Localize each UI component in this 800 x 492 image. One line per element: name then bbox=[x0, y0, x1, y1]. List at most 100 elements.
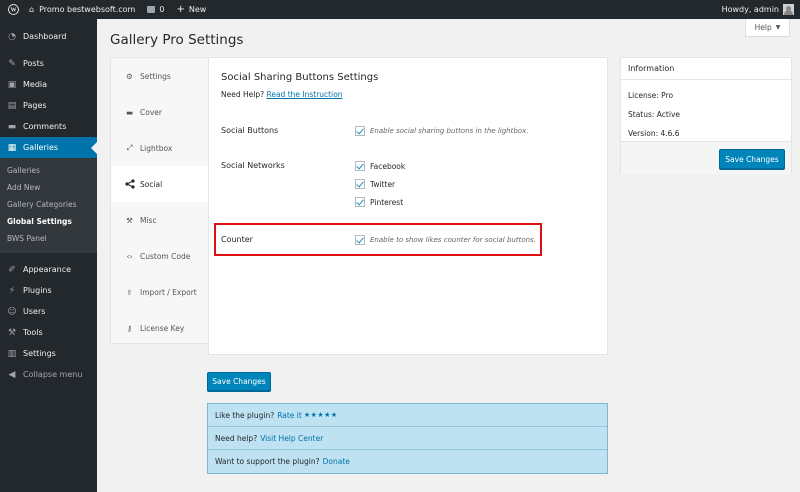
facebook-checkbox[interactable] bbox=[355, 161, 365, 171]
admin-bar: W ⌂ Promo bestwebsoft.com 0 + New Howdy,… bbox=[0, 0, 800, 19]
sidebar-item-posts[interactable]: ✎ Posts bbox=[0, 53, 97, 74]
rate-it-link[interactable]: Rate it bbox=[277, 411, 302, 420]
expand-icon: ⤢ bbox=[126, 143, 133, 152]
sidebar-save-changes-button[interactable]: Save Changes bbox=[719, 149, 785, 169]
social-buttons-option: Enable social sharing buttons in the lig… bbox=[355, 126, 528, 136]
read-instruction-link[interactable]: Read the Instruction bbox=[266, 90, 342, 99]
media-icon: ▣ bbox=[7, 79, 17, 90]
submenu-add-new[interactable]: Add New bbox=[0, 179, 97, 196]
howdy-text: Howdy, admin bbox=[721, 5, 779, 14]
sidebar-item-users[interactable]: ☺ Users bbox=[0, 301, 97, 322]
help-center-link[interactable]: Visit Help Center bbox=[260, 434, 323, 443]
folder-icon: ▬ bbox=[125, 107, 134, 117]
gallery-icon: ▦ bbox=[7, 142, 17, 153]
sidebar-item-media[interactable]: ▣ Media bbox=[0, 74, 97, 95]
social-settings-panel: Social Sharing Buttons Settings Need Hel… bbox=[208, 57, 608, 355]
brush-icon: ✐ bbox=[8, 264, 16, 275]
counter-description: Enable to show likes counter for social … bbox=[370, 236, 536, 244]
comments-count: 0 bbox=[159, 5, 165, 14]
social-buttons-description: Enable social sharing buttons in the lig… bbox=[370, 127, 529, 135]
plugin-notices: Like the plugin? Rate it ★★★★★ Need help… bbox=[207, 403, 608, 474]
submenu-global-settings[interactable]: Global Settings bbox=[0, 213, 97, 230]
pages-icon: ▤ bbox=[7, 100, 17, 111]
twitter-label: Twitter bbox=[370, 179, 396, 189]
page-title: Gallery Pro Settings bbox=[110, 32, 244, 48]
rating-stars-icon[interactable]: ★★★★★ bbox=[304, 411, 338, 419]
sidebar-item-settings[interactable]: ▥ Settings bbox=[0, 343, 97, 364]
social-buttons-label: Social Buttons bbox=[221, 126, 279, 135]
comments-link[interactable]: 0 bbox=[141, 0, 170, 19]
counter-label: Counter bbox=[221, 235, 253, 244]
settings-icon: ▥ bbox=[7, 348, 17, 359]
save-changes-button[interactable]: Save Changes bbox=[207, 372, 271, 391]
users-icon: ☺ bbox=[7, 306, 17, 317]
counter-option: Enable to show likes counter for social … bbox=[355, 235, 536, 245]
tab-lightbox[interactable]: ⤢ Lightbox bbox=[111, 130, 208, 166]
panel-heading: Social Sharing Buttons Settings bbox=[221, 72, 379, 83]
sidebar-item-pages[interactable]: ▤ Pages bbox=[0, 95, 97, 116]
donate-notice: Want to support the plugin? Donate bbox=[215, 457, 350, 466]
help-tab-button[interactable]: Help ▼ bbox=[745, 19, 790, 37]
sidebar-item-comments[interactable]: ▬ Comments bbox=[0, 116, 97, 137]
home-icon: ⌂ bbox=[29, 5, 35, 14]
upload-icon: ⇪ bbox=[126, 287, 133, 297]
avatar bbox=[783, 4, 794, 15]
sidebar-item-dashboard[interactable]: ◔ Dashboard bbox=[0, 26, 97, 47]
rate-notice: Like the plugin? Rate it ★★★★★ bbox=[208, 404, 607, 427]
sidebar-item-tools[interactable]: ⚒ Tools bbox=[0, 322, 97, 343]
tab-settings[interactable]: ⚙ Settings bbox=[111, 58, 208, 94]
sidebar-item-galleries[interactable]: ▦ Galleries bbox=[0, 137, 97, 158]
svg-text:W: W bbox=[10, 8, 16, 14]
license-info: License: Pro bbox=[628, 91, 674, 100]
collapse-icon: ◀ bbox=[8, 369, 16, 380]
galleries-submenu: Galleries Add New Gallery Categories Glo… bbox=[0, 158, 97, 253]
information-title: Information bbox=[621, 58, 791, 80]
new-content-link[interactable]: + New bbox=[170, 0, 212, 19]
key-icon: ⚷ bbox=[126, 323, 133, 333]
comment-bubble-icon bbox=[147, 6, 156, 13]
counter-checkbox[interactable] bbox=[355, 235, 365, 245]
collapse-menu-button[interactable]: ◀ Collapse menu bbox=[0, 364, 97, 385]
tab-misc[interactable]: ⚒ Misc bbox=[111, 202, 208, 238]
tab-cover[interactable]: ▬ Cover bbox=[111, 94, 208, 130]
network-twitter-option: Twitter bbox=[355, 179, 395, 189]
social-buttons-checkbox[interactable] bbox=[355, 126, 365, 136]
admin-sidebar: ◔ Dashboard ✎ Posts ▣ Media ▤ Pages ▬ Co… bbox=[0, 19, 97, 492]
tab-social[interactable]: Social bbox=[111, 166, 209, 202]
pinterest-checkbox[interactable] bbox=[355, 197, 365, 207]
wordpress-logo-icon[interactable]: W bbox=[3, 0, 23, 19]
site-name-link[interactable]: ⌂ Promo bestwebsoft.com bbox=[23, 0, 141, 19]
sidebar-item-plugins[interactable]: ⚡ Plugins bbox=[0, 280, 97, 301]
twitter-checkbox[interactable] bbox=[355, 179, 365, 189]
tab-license-key[interactable]: ⚷ License Key bbox=[111, 310, 208, 346]
status-info: Status: Active bbox=[628, 110, 681, 119]
code-icon: ‹› bbox=[126, 251, 133, 261]
information-footer: Save Changes bbox=[621, 141, 791, 174]
wrench-icon: ⚒ bbox=[7, 327, 17, 338]
share-icon bbox=[124, 179, 135, 190]
network-pinterest-option: Pinterest bbox=[355, 197, 403, 207]
tab-import-export[interactable]: ⇪ Import / Export bbox=[111, 274, 208, 310]
social-networks-label: Social Networks bbox=[221, 161, 285, 170]
tab-custom-code[interactable]: ‹› Custom Code bbox=[111, 238, 208, 274]
settings-tabs: ⚙ Settings ▬ Cover ⤢ Lightbox Social ⚒ M… bbox=[110, 57, 209, 344]
caret-down-icon: ▼ bbox=[775, 24, 781, 31]
new-label: New bbox=[188, 5, 207, 14]
submenu-gallery-categories[interactable]: Gallery Categories bbox=[0, 196, 97, 213]
pin-icon: ✎ bbox=[8, 58, 16, 69]
information-box: Information License: Pro Status: Active … bbox=[620, 57, 792, 174]
plus-icon: + bbox=[176, 4, 185, 15]
plugin-icon: ⚡ bbox=[8, 285, 16, 296]
help-notice: Need help? Visit Help Center bbox=[208, 427, 607, 450]
pinterest-label: Pinterest bbox=[370, 197, 404, 207]
comments-icon: ▬ bbox=[7, 121, 17, 132]
donate-link[interactable]: Donate bbox=[323, 457, 350, 466]
network-facebook-option: Facebook bbox=[355, 161, 405, 171]
submenu-bws-panel[interactable]: BWS Panel bbox=[0, 230, 97, 247]
sidebar-item-appearance[interactable]: ✐ Appearance bbox=[0, 259, 97, 280]
site-name: Promo bestwebsoft.com bbox=[39, 5, 136, 14]
my-account-link[interactable]: Howdy, admin bbox=[716, 0, 800, 19]
facebook-label: Facebook bbox=[370, 161, 406, 171]
submenu-galleries[interactable]: Galleries bbox=[0, 162, 97, 179]
wrench-icon: ⚒ bbox=[126, 215, 133, 225]
